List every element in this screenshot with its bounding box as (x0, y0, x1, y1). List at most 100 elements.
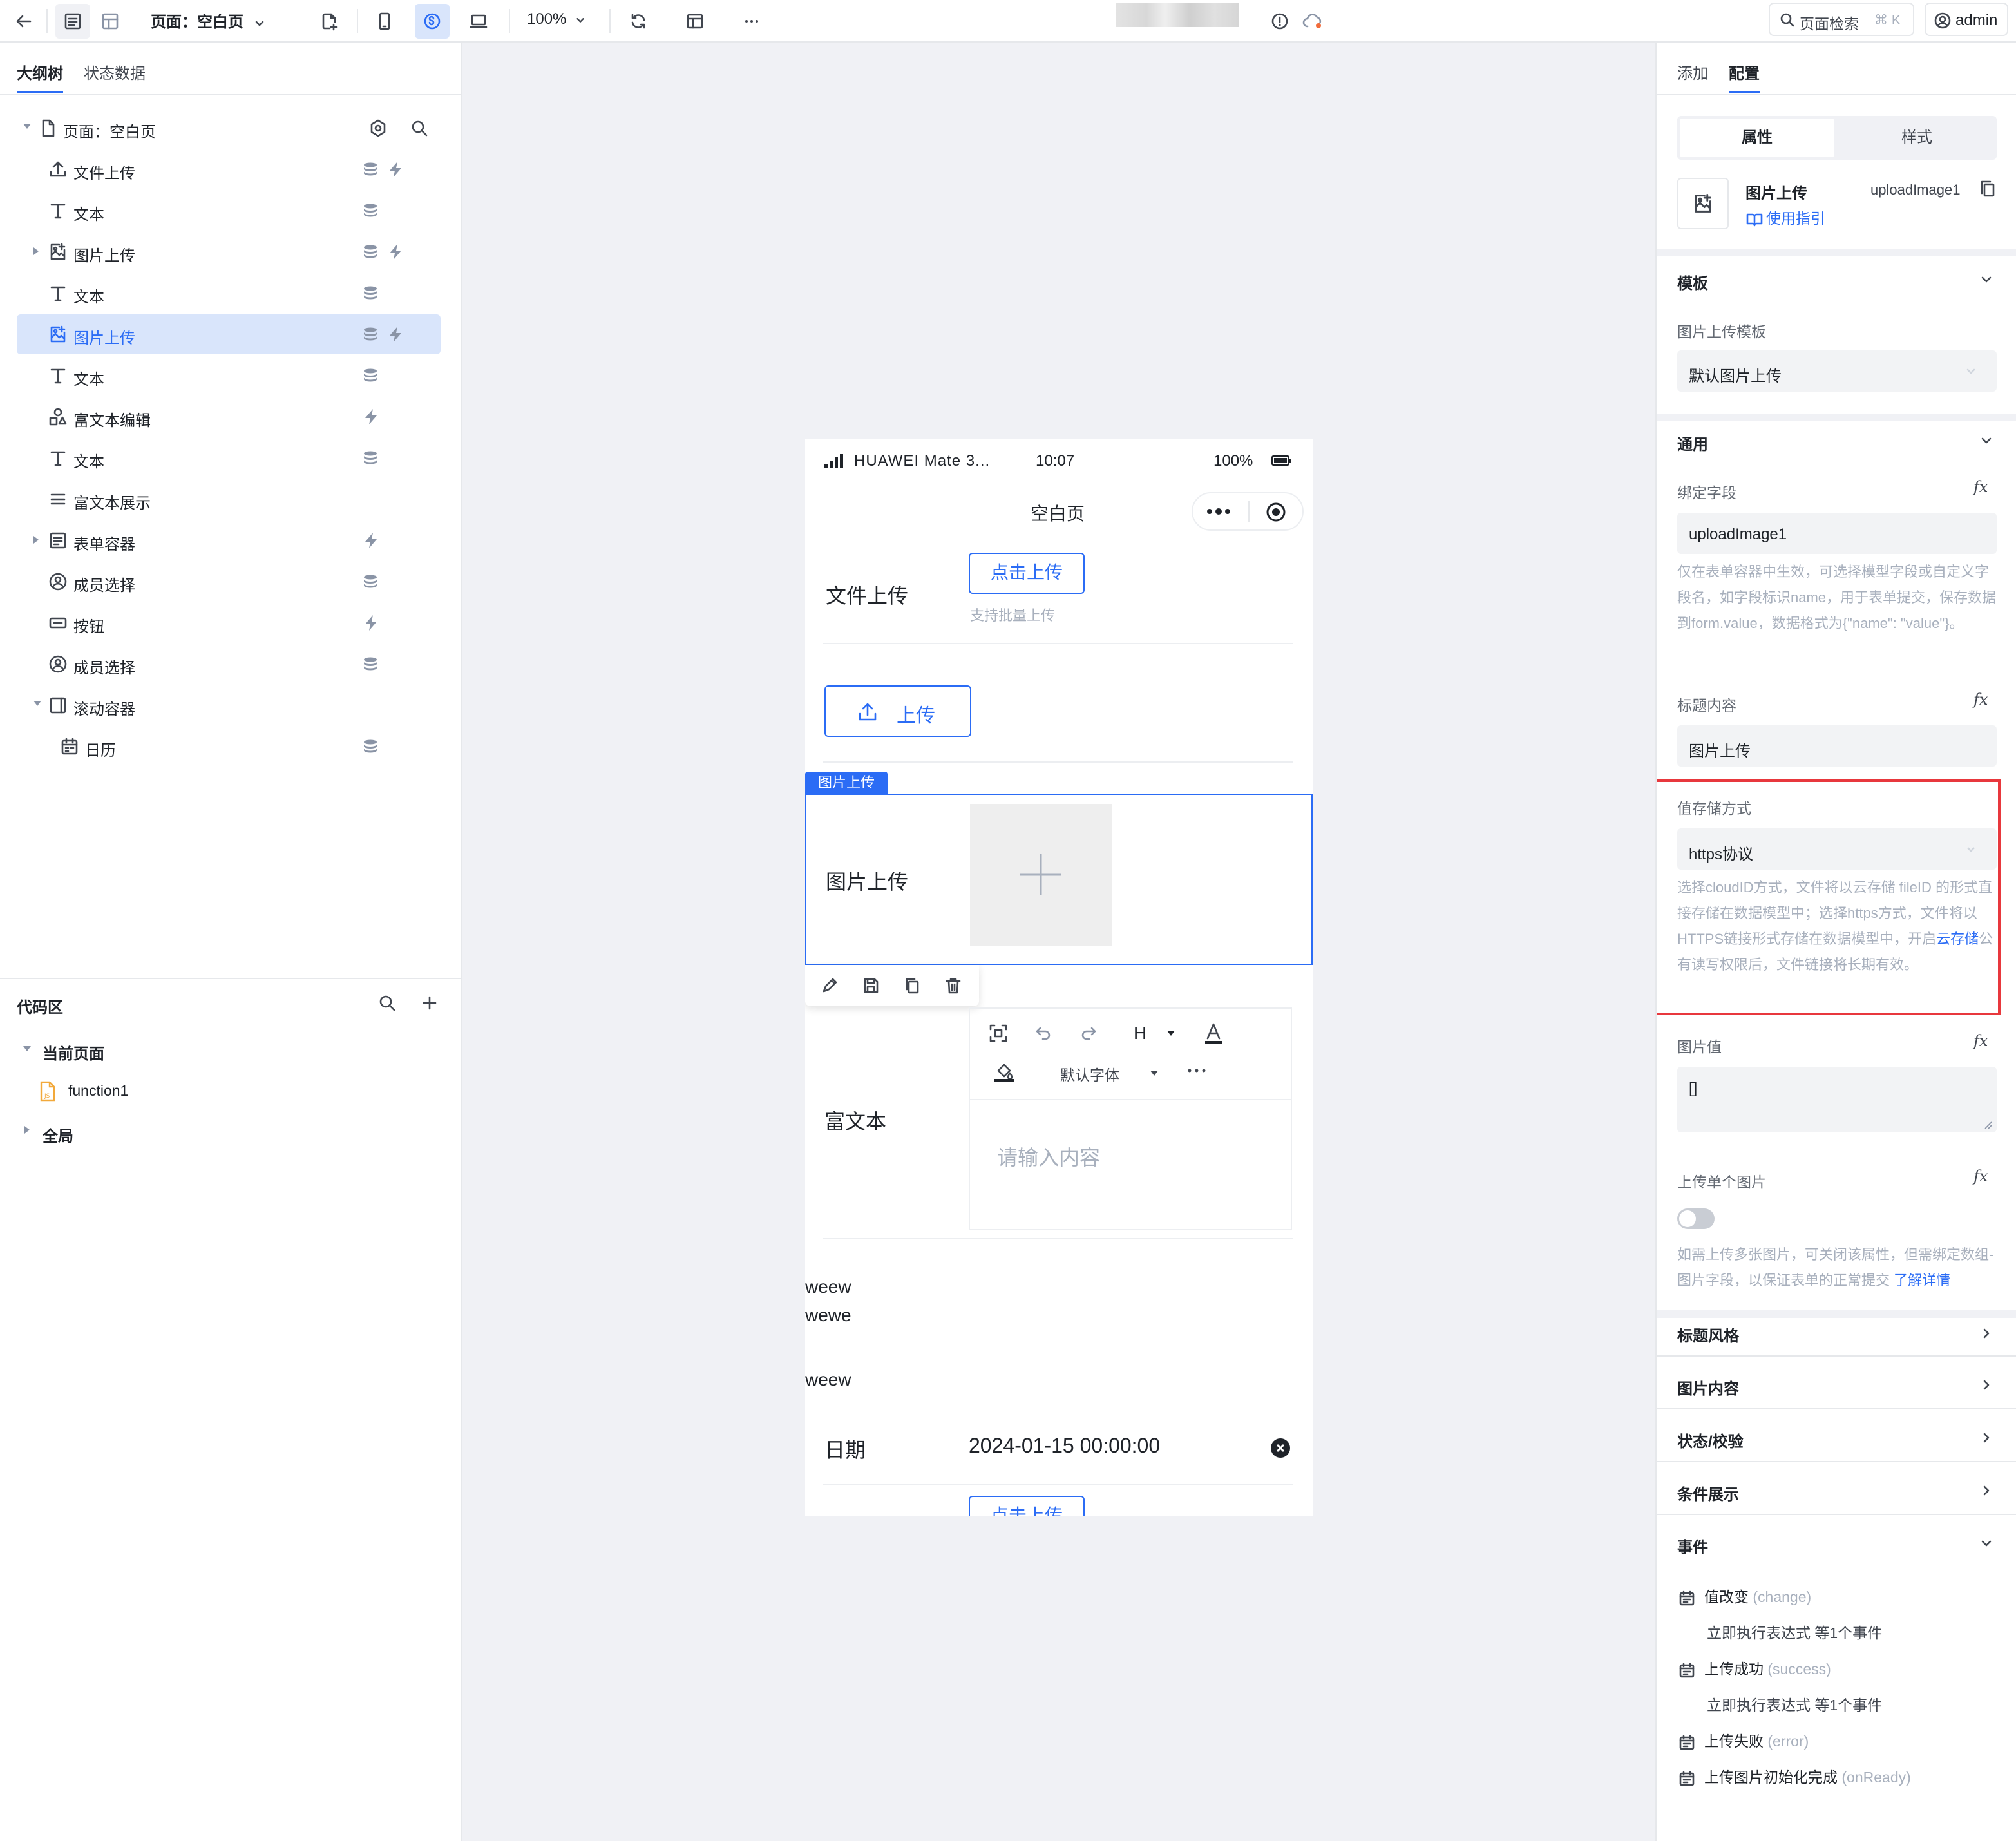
chevron-down-icon[interactable] (1979, 272, 1994, 287)
user-menu[interactable]: admin (1925, 3, 2008, 36)
tree-item-member-select[interactable]: 成员选择 (17, 644, 441, 684)
section-image-content[interactable]: 图片内容 (1677, 1376, 1739, 1398)
clear-icon[interactable] (1270, 1438, 1291, 1458)
caret-right-icon[interactable] (33, 536, 39, 544)
event-action[interactable]: 立即执行表达式 等1个事件 (1707, 1693, 1882, 1715)
learn-more-link[interactable]: 了解详情 (1894, 1272, 1950, 1288)
section-template[interactable]: 模板 (1677, 271, 1708, 293)
back-arrow-icon[interactable] (6, 4, 41, 39)
segment-style[interactable]: 样式 (1840, 119, 1994, 157)
tree-item-text[interactable]: 文本 (17, 438, 441, 478)
cloud-status-icon[interactable] (1296, 4, 1331, 39)
image-value-textarea[interactable]: [] (1677, 1067, 1997, 1132)
resize-handle-icon[interactable] (1983, 1120, 1993, 1130)
template-select[interactable]: 默认图片上传 (1677, 350, 1997, 392)
storage-mode-select[interactable]: https协议 (1677, 828, 1997, 870)
template-layout-icon[interactable] (678, 4, 712, 39)
bind-field-input[interactable]: uploadImage1 (1677, 513, 1997, 554)
copy-icon[interactable] (903, 977, 921, 995)
tree-item-file-upload[interactable]: 文件上传 (17, 149, 441, 189)
page-outline-icon[interactable] (55, 4, 90, 39)
click-upload-button[interactable]: 点击上传 (969, 553, 1085, 594)
font-family-select[interactable]: 默认字体 (1060, 1063, 1119, 1085)
caret-down-icon[interactable] (23, 124, 31, 129)
mobile-view-icon[interactable] (367, 4, 402, 39)
tree-item-text[interactable]: 文本 (17, 356, 441, 396)
upload-button[interactable]: 上传 (824, 685, 971, 737)
new-page-icon[interactable] (312, 4, 347, 39)
tab-config[interactable]: 配置 (1729, 61, 1760, 93)
save-icon[interactable] (862, 977, 880, 995)
tab-outline-tree[interactable]: 大纲树 (17, 61, 63, 93)
event-success[interactable]: 上传成功 (success) (1678, 1657, 1831, 1679)
event-on-ready[interactable]: 上传图片初始化完成 (onReady) (1678, 1765, 1911, 1787)
caret-down-icon[interactable] (1150, 1071, 1158, 1076)
chevron-right-icon[interactable] (1979, 1483, 1994, 1498)
close-target-icon[interactable] (1265, 501, 1287, 523)
chevron-right-icon[interactable] (1979, 1377, 1994, 1393)
caret-right-icon[interactable] (33, 247, 39, 255)
capsule-menu[interactable] (1192, 492, 1304, 531)
miniprogram-view-icon[interactable] (415, 4, 450, 39)
info-icon[interactable] (1262, 4, 1297, 39)
code-global[interactable]: 全局 (17, 1117, 441, 1148)
single-image-toggle[interactable] (1677, 1208, 1715, 1229)
undo-icon[interactable] (1034, 1024, 1052, 1042)
page-selector[interactable]: 页面：空白页 (151, 9, 266, 32)
more-dots-icon[interactable] (1204, 504, 1233, 519)
section-title-style[interactable]: 标题风格 (1677, 1323, 1739, 1346)
search-icon[interactable] (410, 119, 429, 138)
image-picker[interactable] (970, 804, 1112, 946)
tab-state-data[interactable]: 状态数据 (84, 61, 146, 83)
date-value[interactable]: 2024-01-15 00:00:00 (969, 1434, 1160, 1458)
tree-item-calendar[interactable]: 日历 (17, 727, 441, 767)
font-color-icon[interactable] (1203, 1022, 1224, 1045)
tree-item-richtext-editor[interactable]: 富文本编辑 (17, 397, 441, 437)
tree-item-text[interactable]: 文本 (17, 191, 441, 231)
zoom-selector[interactable]: 100% (527, 10, 586, 28)
tree-item-form-container[interactable]: 表单容器 (17, 520, 441, 560)
tree-item-scroll-container[interactable]: 滚动容器 (17, 685, 441, 725)
chevron-right-icon[interactable] (1979, 1326, 1994, 1341)
section-events[interactable]: 事件 (1677, 1534, 1708, 1557)
tree-item-image-upload[interactable]: 图片上传 (17, 232, 441, 272)
more-icon[interactable] (1186, 1064, 1207, 1077)
delete-icon[interactable] (944, 977, 962, 995)
fx-icon[interactable]: fx (1973, 1032, 1988, 1050)
settings-icon[interactable] (368, 119, 388, 138)
tree-item-member-select[interactable]: 成员选择 (17, 562, 441, 602)
desktop-view-icon[interactable] (461, 4, 496, 39)
tree-item-text[interactable]: 文本 (17, 273, 441, 313)
more-icon[interactable] (734, 4, 769, 39)
layout-icon[interactable] (93, 4, 128, 39)
caret-down-icon[interactable] (1167, 1031, 1175, 1036)
fx-icon[interactable]: fx (1973, 1167, 1988, 1185)
fill-color-icon[interactable] (993, 1060, 1015, 1082)
tree-item-page[interactable]: 页面：空白页 (17, 108, 441, 148)
section-conditional-display[interactable]: 条件展示 (1677, 1482, 1739, 1504)
chevron-down-icon[interactable] (1979, 433, 1994, 448)
tree-item-richtext-display[interactable]: 富文本展示 (17, 479, 441, 519)
page-search-button[interactable]: 页面检索 ⌘ K (1769, 3, 1914, 36)
chevron-right-icon[interactable] (1979, 1430, 1994, 1445)
event-change[interactable]: 值改变 (change) (1678, 1585, 1811, 1607)
segment-properties[interactable]: 属性 (1680, 119, 1834, 157)
copy-icon[interactable] (1979, 179, 1997, 198)
event-error[interactable]: 上传失败 (error) (1678, 1729, 1809, 1751)
chevron-down-icon[interactable] (1979, 1536, 1994, 1551)
refresh-icon[interactable] (621, 4, 656, 39)
tree-item-image-upload-selected[interactable]: 图片上传 (17, 314, 441, 354)
code-current-page[interactable]: 当前页面 (17, 1035, 441, 1065)
richtext-editor[interactable]: H 默认字体 请输入内容 (969, 1007, 1292, 1230)
tree-item-button[interactable]: 按钮 (17, 603, 441, 643)
section-general[interactable]: 通用 (1677, 432, 1708, 454)
title-content-input[interactable]: 图片上传 (1677, 725, 1997, 767)
section-state-validation[interactable]: 状态/校验 (1677, 1429, 1744, 1451)
heading-button[interactable]: H (1134, 1023, 1146, 1044)
click-upload-button-bottom[interactable]: 点击上传 (969, 1496, 1085, 1516)
tab-add[interactable]: 添加 (1677, 61, 1708, 83)
event-action[interactable]: 立即执行表达式 等1个事件 (1707, 1621, 1882, 1643)
code-function-item[interactable]: JS function1 (17, 1076, 441, 1107)
image-upload-component[interactable]: 图片上传 (805, 794, 1313, 965)
redo-icon[interactable] (1079, 1024, 1098, 1042)
